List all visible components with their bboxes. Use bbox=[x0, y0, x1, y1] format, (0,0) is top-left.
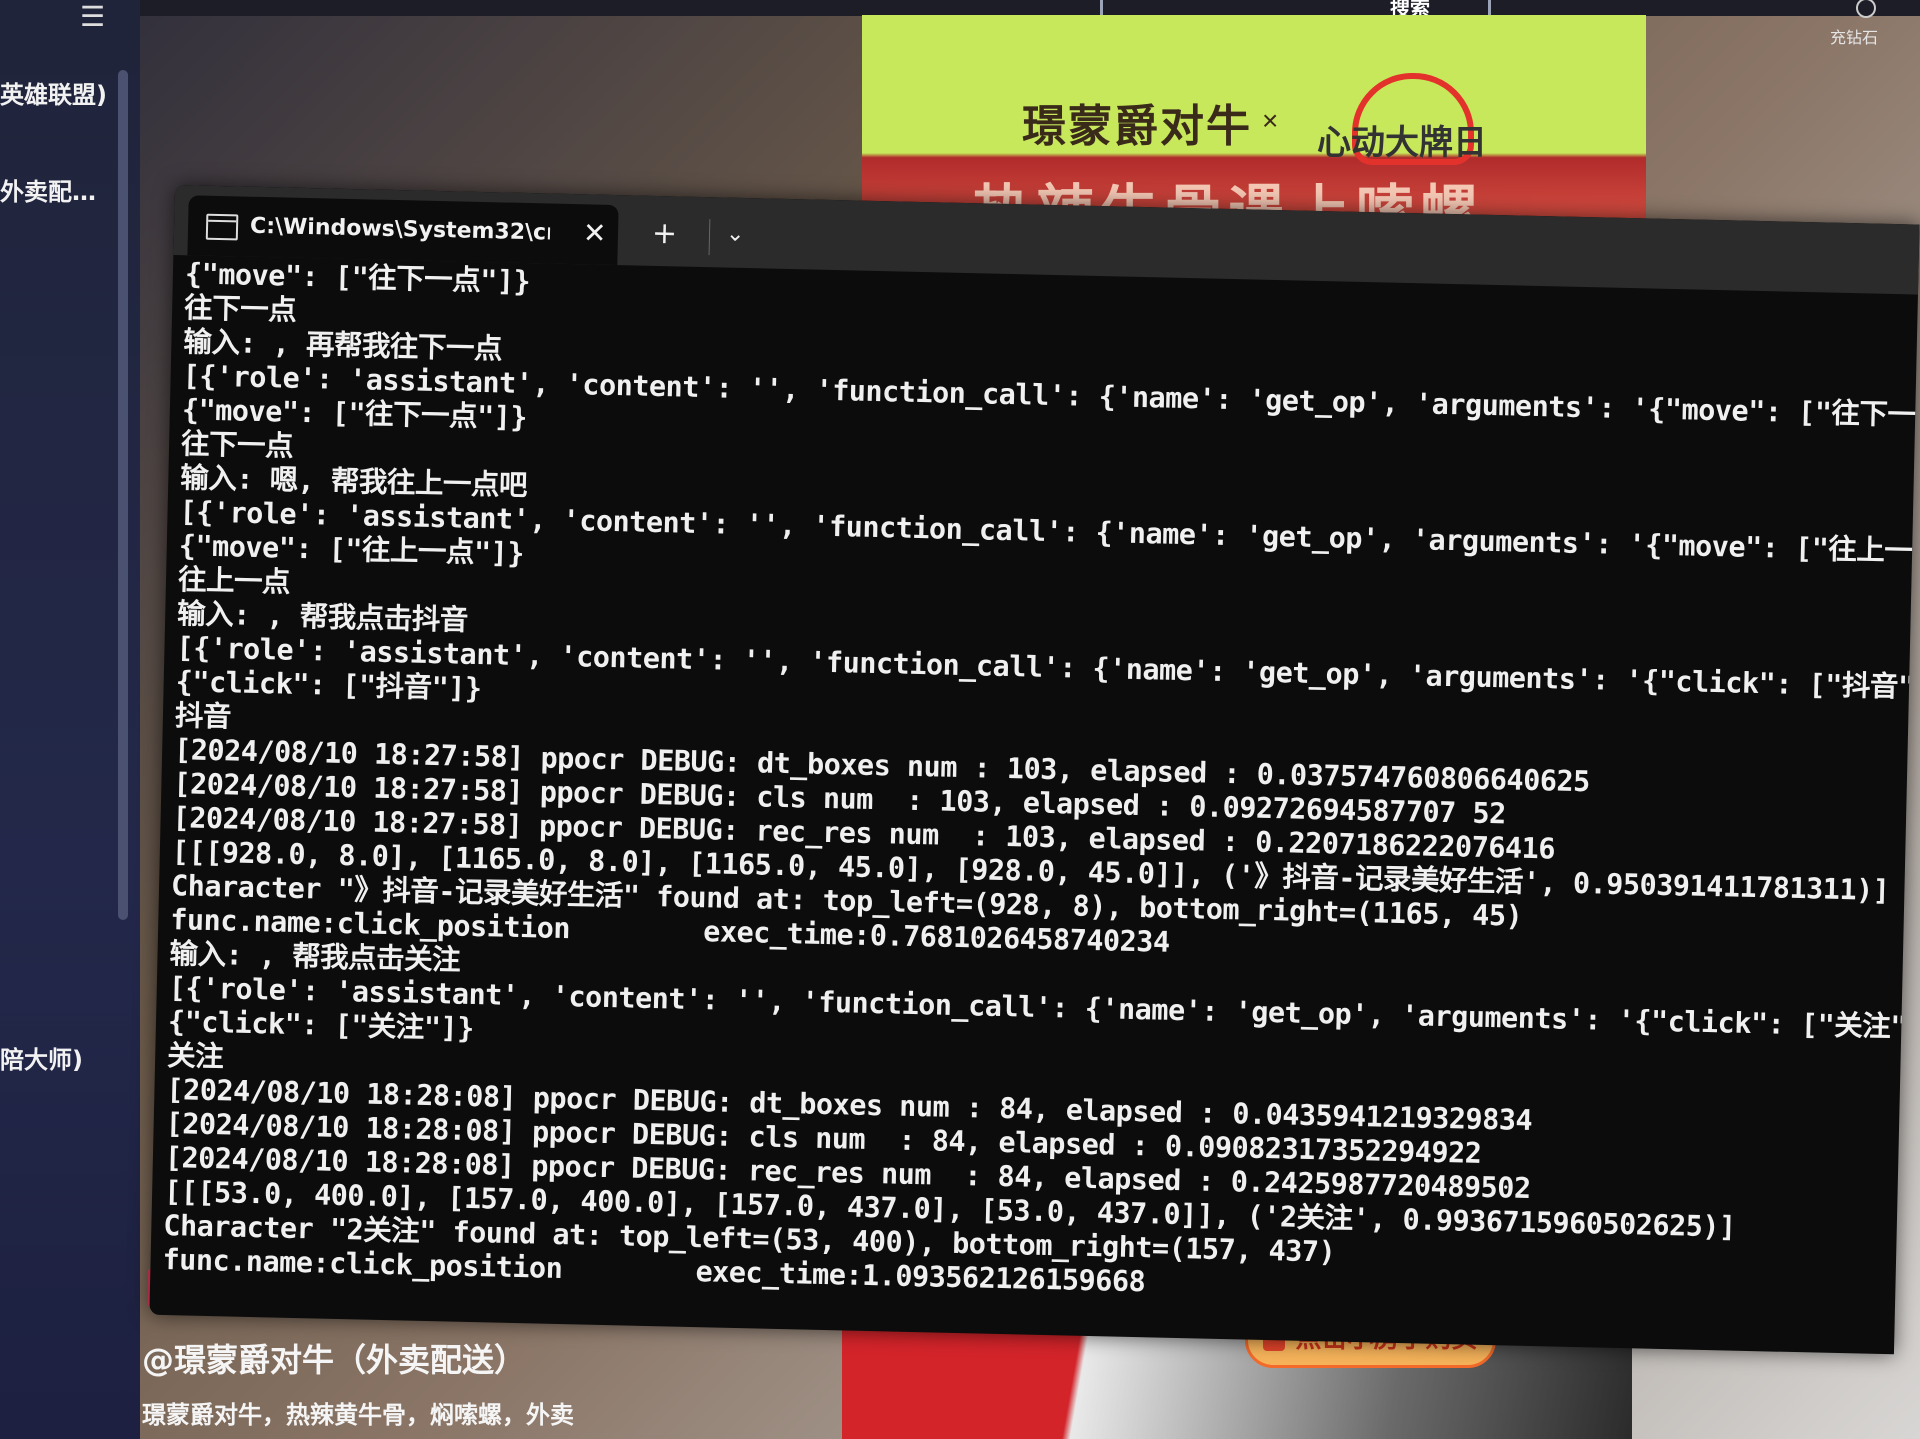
recharge-button[interactable]: 充钻石 bbox=[1830, 0, 1879, 48]
recharge-label: 充钻石 bbox=[1830, 28, 1879, 47]
sidebar-item-delivery[interactable]: 外卖配… bbox=[0, 172, 96, 207]
banner-brand: 璟蒙爵对牛 bbox=[1022, 101, 1252, 152]
sidebar-item-master[interactable]: 陪大师) bbox=[0, 1040, 83, 1075]
video-author[interactable]: @璟蒙爵对牛（外卖配送） bbox=[142, 1335, 574, 1381]
video-description: 璟蒙爵对牛，热辣黄牛骨，焖嗦螺，外卖 bbox=[142, 1401, 574, 1429]
video-caption: @璟蒙爵对牛（外卖配送） 璟蒙爵对牛，热辣黄牛骨，焖嗦螺，外卖 bbox=[142, 1335, 574, 1430]
sidebar-scrollbar[interactable] bbox=[118, 70, 128, 920]
banner-cross: × bbox=[1262, 105, 1279, 136]
console-output[interactable]: {"move": ["往下一点"]} 往下一点 输入: , 再帮我往下一点 [{'ro… bbox=[162, 257, 1919, 1316]
chevron-down-icon[interactable]: ⌄ bbox=[726, 222, 745, 247]
menu-icon[interactable]: ☰ bbox=[80, 0, 105, 33]
terminal-icon bbox=[205, 213, 239, 241]
terminal-window[interactable]: C:\Windows\System32\cmd.e ✕ + ⌄ {"move":… bbox=[149, 185, 1920, 1355]
banner-event: 心动大牌日 bbox=[1317, 123, 1487, 163]
terminal-tab[interactable]: C:\Windows\System32\cmd.e ✕ bbox=[187, 195, 619, 266]
new-tab-button[interactable]: + bbox=[652, 216, 678, 252]
tab-divider bbox=[708, 219, 711, 256]
top-bar bbox=[140, 0, 1920, 16]
sidebar: ☰ 英雄联盟) 外卖配… 陪大师) bbox=[0, 0, 140, 1439]
sidebar-item-lol[interactable]: 英雄联盟) bbox=[0, 75, 107, 110]
tab-title: C:\Windows\System32\cmd.e bbox=[249, 213, 551, 246]
close-tab-icon[interactable]: ✕ bbox=[583, 216, 607, 250]
